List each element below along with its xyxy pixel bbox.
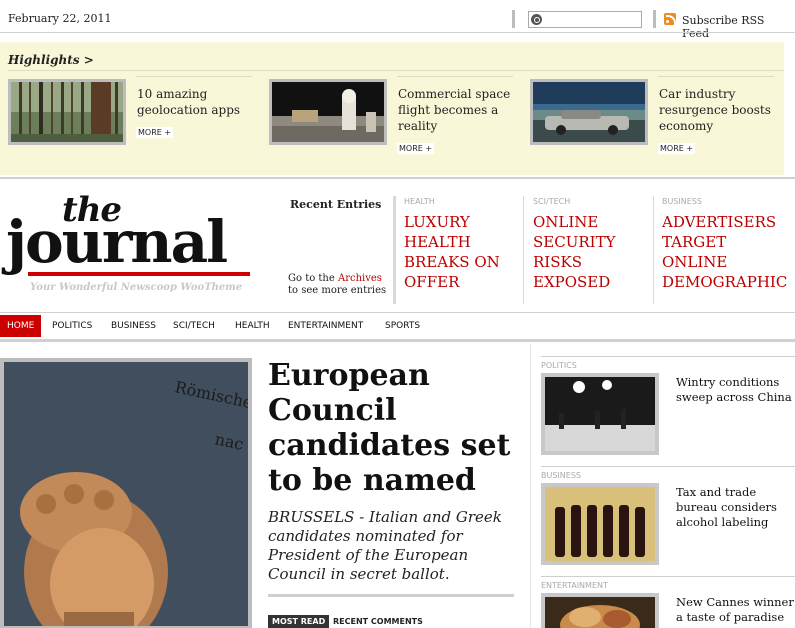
divider — [0, 177, 795, 179]
sidebar-headline-2[interactable]: Tax and trade bureau considers alcohol l… — [676, 485, 794, 530]
divider — [8, 70, 784, 71]
main-summary: BRUSSELS - Italian and Greek candidates … — [268, 508, 502, 583]
nav-scitech[interactable]: SCI/TECH — [166, 315, 222, 337]
divider — [541, 356, 795, 357]
divider — [512, 10, 515, 28]
sidebar-category-3: ENTERTAINMENT — [541, 581, 608, 590]
section-category-1: HEALTH — [404, 197, 435, 206]
divider — [0, 32, 795, 33]
archives-prefix: Go to the — [288, 273, 338, 284]
tab-most-read[interactable]: MOST READ — [268, 615, 330, 628]
highlight-thumbnail-forest[interactable] — [8, 79, 126, 145]
highlight-thumbnail-car[interactable] — [530, 79, 648, 145]
divider — [393, 196, 396, 304]
nav-entertainment[interactable]: ENTERTAINMENT — [281, 315, 370, 337]
sidebar-thumbnail-1[interactable] — [541, 373, 659, 455]
highlights-title[interactable]: Highlights > — [8, 53, 94, 67]
search-icon[interactable] — [531, 14, 542, 25]
section-headline-1[interactable]: LUXURY HEALTH BREAKS ON OFFER — [404, 212, 530, 292]
site-tagline: Your Wonderful Newscoop WooTheme — [30, 282, 243, 293]
divider — [658, 76, 774, 77]
date-label: February 22, 2011 — [8, 12, 112, 25]
recent-entries-title: Recent Entries — [290, 198, 382, 211]
archives-note: Go to the Archives to see more entries — [288, 273, 386, 297]
sidebar-headline-3[interactable]: New Cannes winner a taste of paradise — [676, 595, 795, 625]
site-logo[interactable]: journal — [6, 212, 228, 272]
subscribe-rss-link[interactable]: Subscribe RSS Feed — [682, 14, 795, 40]
sidebar-headline-1[interactable]: Wintry conditions sweep across China — [676, 375, 794, 405]
section-category-2: SCI/TECH — [533, 197, 571, 206]
section-category-3: BUSINESS — [662, 197, 702, 206]
divider — [653, 10, 656, 28]
highlight-title-2[interactable]: Commercial space flight becomes a realit… — [398, 86, 518, 134]
more-button-1[interactable]: MORE + — [136, 127, 174, 138]
sidebar-thumbnail-3[interactable] — [541, 593, 659, 628]
archives-suffix: to see more entries — [288, 285, 387, 296]
nav-home[interactable]: HOME — [0, 315, 42, 337]
logo-underline — [28, 272, 250, 276]
section-headline-3[interactable]: ADVERTISERS TARGET ONLINE DEMOGRAPHIC — [662, 212, 795, 292]
divider — [268, 594, 514, 597]
nav-business[interactable]: BUSINESS — [104, 315, 163, 337]
sidebar-category-2: BUSINESS — [541, 471, 581, 480]
divider — [653, 196, 654, 304]
rss-icon[interactable] — [664, 13, 676, 25]
archives-link[interactable]: Archives — [338, 273, 382, 284]
divider — [530, 344, 531, 628]
nav-sports[interactable]: SPORTS — [378, 315, 427, 337]
tab-recent-comments[interactable]: RECENT COMMENTS — [333, 617, 423, 626]
divider — [0, 339, 795, 342]
section-headline-2[interactable]: ONLINE SECURITY RISKS EXPOSED — [533, 212, 659, 292]
divider — [0, 312, 795, 313]
divider — [136, 76, 252, 77]
main-story-image[interactable]: Römische nac — [0, 358, 252, 628]
nav-politics[interactable]: POLITICS — [45, 315, 99, 337]
main-headline[interactable]: European Council candidates set to be na… — [268, 358, 518, 498]
divider — [541, 466, 795, 467]
divider — [397, 76, 513, 77]
divider — [541, 576, 795, 577]
more-button-2[interactable]: MORE + — [397, 143, 435, 154]
search-input[interactable] — [528, 11, 642, 28]
divider — [523, 196, 524, 304]
nav-health[interactable]: HEALTH — [228, 315, 277, 337]
sidebar-category-1: POLITICS — [541, 361, 577, 370]
highlight-title-1[interactable]: 10 amazing geolocation apps — [137, 86, 257, 118]
highlight-title-3[interactable]: Car industry resurgence boosts economy — [659, 86, 779, 134]
highlight-thumbnail-moon[interactable] — [269, 79, 387, 145]
more-button-3[interactable]: MORE + — [658, 143, 696, 154]
sidebar-thumbnail-2[interactable] — [541, 483, 659, 565]
